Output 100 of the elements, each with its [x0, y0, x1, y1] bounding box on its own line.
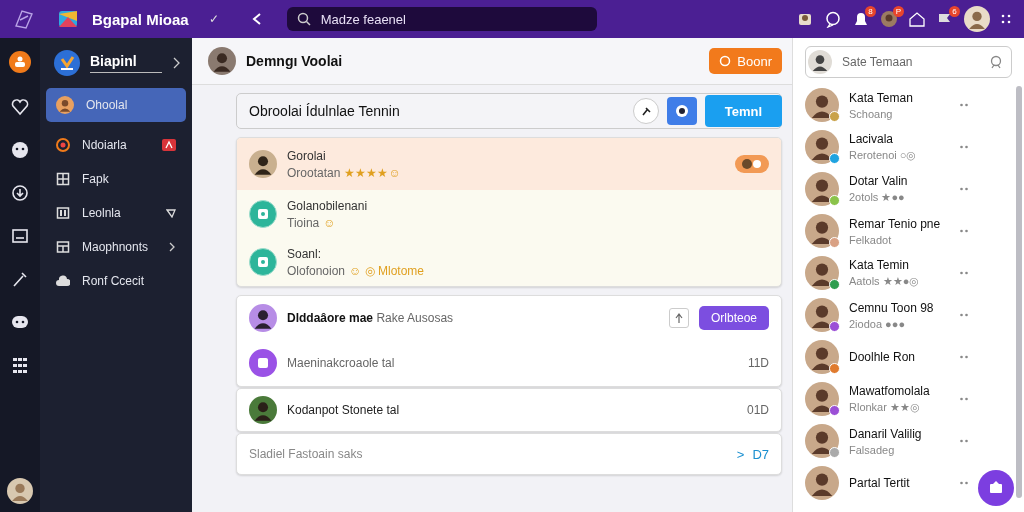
- avatar-icon: [805, 172, 839, 206]
- chat-icon[interactable]: [824, 10, 842, 28]
- more-icon[interactable]: [960, 229, 968, 233]
- reaction-emoji: ☺: [323, 215, 336, 230]
- face-icon[interactable]: [11, 141, 29, 159]
- search-field[interactable]: Madze feaenel: [318, 10, 587, 28]
- team-icon[interactable]: [9, 51, 31, 73]
- camera-icon: [56, 138, 70, 152]
- message-row[interactable]: Gorolai Orootatan ★★★★☺: [237, 138, 781, 190]
- compose-button[interactable]: [978, 470, 1014, 506]
- more-icon[interactable]: [960, 187, 968, 191]
- avatar-icon: [805, 424, 839, 458]
- thread-time: 11D: [747, 356, 769, 370]
- message-row[interactable]: Soanl: Olofonoion ☺ ◎ Mlotome: [237, 238, 781, 286]
- friend-item[interactable]: Remar Tenio pne Felkadot: [805, 210, 968, 252]
- message-text: Tioina: [287, 215, 320, 230]
- friend-name: Partal Tertit: [849, 476, 911, 490]
- search-bar[interactable]: Madze feaenel: [286, 7, 597, 31]
- thread-title: Dlddaâore mae Rake Ausosas: [287, 311, 455, 325]
- share-button[interactable]: [668, 308, 689, 328]
- avatar-icon: [805, 130, 839, 164]
- friend-item[interactable]: Cemnu Toon 98 2iodoa ●●●: [805, 294, 968, 336]
- avatar-icon: [805, 340, 839, 374]
- friend-item[interactable]: Dotar Valin 2otols ★●●: [805, 168, 968, 210]
- download-icon[interactable]: [11, 184, 29, 202]
- back-icon[interactable]: [250, 12, 263, 26]
- nav-item[interactable]: Ohoolal: [46, 88, 186, 122]
- friend-name: Lacivala: [849, 132, 895, 146]
- avatar-icon: [805, 214, 839, 248]
- avatar-icon: [805, 382, 839, 416]
- apps-icon[interactable]: [11, 356, 29, 374]
- more-icon[interactable]: [960, 355, 968, 359]
- message-row[interactable]: Golanobilenani Tioina ☺: [237, 190, 781, 238]
- friend-item[interactable]: Lacivala Rerotenoi ○◎: [805, 126, 968, 168]
- avatar-icon: [208, 47, 236, 75]
- avatar-icon: [249, 150, 277, 178]
- nav-item[interactable]: Ndoiarla: [46, 130, 186, 160]
- friend-item[interactable]: Doolhle Ron: [805, 336, 968, 378]
- more-icon[interactable]: [960, 397, 968, 401]
- friend-status: Rlonkar ★★◎: [849, 401, 921, 414]
- sticker-icon: [674, 104, 689, 118]
- heart-icon[interactable]: [11, 98, 29, 116]
- nav-item[interactable]: Maophnonts: [46, 232, 186, 262]
- friend-search-bar[interactable]: Sate Temaan: [805, 46, 1012, 78]
- panel-title: Biapinl: [90, 53, 162, 73]
- friend-item[interactable]: Danaril Valilig Falsadeg: [805, 420, 968, 462]
- thread-title: Kodanpot Stonete tal: [287, 403, 401, 417]
- bot-icon: [249, 200, 277, 228]
- more-icon[interactable]: [960, 439, 968, 443]
- chevron-icon: [169, 242, 176, 252]
- columns-icon: [56, 206, 70, 220]
- avatar-icon: [805, 298, 839, 332]
- document-icon[interactable]: [11, 227, 29, 245]
- friend-name: Kata Temin: [849, 258, 910, 272]
- friend-name: Cemnu Toon 98: [849, 300, 935, 315]
- more-icon[interactable]: [960, 271, 968, 275]
- group-icon: [249, 349, 277, 377]
- friend-item[interactable]: Kata Teman Schoang: [805, 84, 968, 126]
- pin-button[interactable]: [632, 98, 659, 124]
- table-icon: [56, 172, 70, 186]
- message-field[interactable]: Obroolai Ídulnlae Tennin Temnl: [236, 93, 782, 129]
- nav-item[interactable]: Leolnla: [46, 198, 186, 228]
- message-icon[interactable]: [11, 313, 29, 331]
- tag-icon: [166, 208, 176, 218]
- app-icon: [58, 9, 78, 29]
- layout-icon: [56, 240, 70, 254]
- more-icon[interactable]: [960, 145, 968, 149]
- friend-name: Danaril Valilig: [849, 426, 923, 441]
- more-link[interactable]: > D7: [736, 446, 769, 462]
- more-icon[interactable]: [960, 313, 968, 317]
- brush-icon[interactable]: [11, 270, 29, 288]
- sender-name: Golanobilenani: [287, 198, 369, 213]
- bell-icon[interactable]: [852, 10, 870, 28]
- nav-item[interactable]: Ronf Ccecit: [46, 266, 186, 296]
- share-icon: [673, 312, 684, 324]
- brand-icon: [54, 50, 80, 76]
- friend-item[interactable]: Kata Temin Aatols ★★●◎: [805, 252, 968, 294]
- chevron-icon[interactable]: [172, 57, 180, 69]
- join-button[interactable]: Orlbteoe: [698, 306, 769, 330]
- compose-icon: [988, 480, 1004, 496]
- sender-name: Gorolai: [287, 148, 327, 163]
- thread-time: 01D: [747, 403, 769, 417]
- grid-icon[interactable]: [1000, 13, 1012, 25]
- more-icon[interactable]: [960, 481, 968, 485]
- nav-item[interactable]: Fapk: [46, 164, 186, 194]
- cloud-icon: [56, 274, 70, 288]
- friend-item[interactable]: Partal Tertit: [805, 462, 968, 504]
- more-icon[interactable]: [960, 103, 968, 107]
- friend-name: Doolhle Ron: [849, 350, 917, 364]
- house-icon[interactable]: [908, 10, 926, 28]
- message-text: Orootatan: [287, 165, 341, 180]
- logo-icon[interactable]: [12, 8, 34, 30]
- friend-status: Felkadot: [849, 233, 893, 246]
- sticker-button[interactable]: [666, 97, 697, 125]
- avatar-icon: [7, 478, 33, 504]
- chat-title: Demngı Voolai: [246, 53, 344, 69]
- avatar-icon[interactable]: [880, 10, 898, 28]
- friend-item[interactable]: Mawatfomolala Rlonkar ★★◎: [805, 378, 968, 420]
- avatar-icon: [56, 96, 74, 114]
- reaction-emoji: ★★★★☺: [344, 165, 401, 180]
